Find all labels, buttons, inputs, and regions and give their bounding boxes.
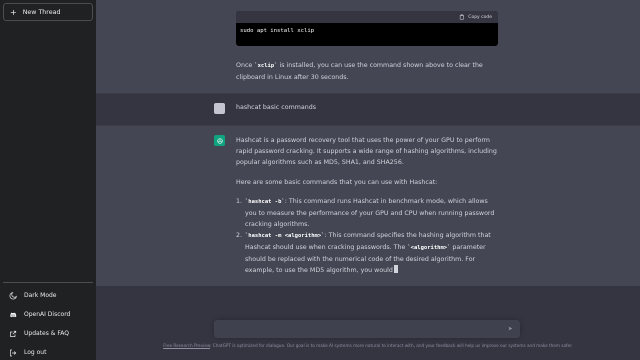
copy-code-label: Copy code — [468, 14, 492, 20]
list-item: 2. `hashcat -m <algorithm>`: This comman… — [236, 230, 498, 276]
openai-logo-icon — [216, 137, 223, 144]
inline-code: `<algorithm>` — [407, 245, 451, 251]
log-out-label: Log out — [24, 349, 47, 356]
footer-text: : ChatGPT is optimized for dialogue. Our… — [210, 343, 573, 348]
assistant-message-previous: Copy code sudo apt install xclip Once `x… — [96, 0, 640, 94]
openai-discord-link[interactable]: OpenAI Discord — [3, 305, 93, 324]
chat-main: Copy code sudo apt install xclip Once `x… — [96, 0, 640, 360]
plus-icon: + — [10, 7, 17, 17]
discord-icon — [7, 311, 19, 319]
inline-code: `xclip` — [254, 63, 278, 69]
previous-message-text: Once `xclip` is installed, you can use t… — [236, 60, 498, 83]
response-intro: Hashcat is a password recovery tool that… — [236, 137, 497, 166]
code-block: Copy code sudo apt install xclip — [236, 11, 498, 46]
user-message: hashcat basic commands — [96, 94, 640, 126]
sidebar-bottom-menu: Dark Mode OpenAI Discord Updates & FAQ L… — [3, 286, 93, 360]
code-block-header: Copy code — [236, 11, 498, 23]
dark-mode-button[interactable]: Dark Mode — [3, 286, 93, 305]
new-thread-label: New Thread — [22, 8, 61, 16]
send-icon[interactable] — [508, 326, 513, 331]
moon-icon — [7, 291, 19, 300]
updates-faq-link[interactable]: Updates & FAQ — [3, 324, 93, 343]
openai-discord-label: OpenAI Discord — [24, 311, 71, 318]
text-span: Once — [236, 62, 255, 69]
updates-faq-label: Updates & FAQ — [24, 330, 69, 337]
copy-code-button[interactable]: Copy code — [459, 14, 492, 20]
external-link-icon — [7, 330, 19, 338]
typing-cursor — [393, 265, 398, 273]
sidebar-divider — [3, 282, 93, 283]
footer-disclaimer: Free Research Preview: ChatGPT is optimi… — [96, 343, 640, 348]
user-message-text: hashcat basic commands — [236, 104, 316, 111]
list-bullet: 1. — [236, 198, 243, 205]
clipboard-icon — [460, 14, 465, 20]
inline-code: `hashcat -m <algorithm>` — [245, 233, 325, 239]
free-research-preview-link[interactable]: Free Research Preview — [163, 343, 210, 348]
sidebar: + New Thread Dark Mode OpenAI Discord Up… — [0, 0, 96, 360]
log-out-button[interactable]: Log out — [3, 343, 93, 360]
response-list: 1. `hashcat -b`: This command runs Hashc… — [236, 196, 498, 276]
assistant-avatar — [214, 135, 225, 146]
inline-code: `hashcat -b` — [245, 199, 285, 205]
list-item: 1. `hashcat -b`: This command runs Hashc… — [236, 196, 498, 230]
user-avatar — [214, 103, 225, 114]
logout-icon — [7, 349, 19, 357]
response-lead: Here are some basic commands that you ca… — [236, 179, 438, 186]
dark-mode-label: Dark Mode — [24, 292, 57, 299]
new-thread-button[interactable]: + New Thread — [3, 3, 93, 21]
list-bullet: 2. — [236, 232, 243, 239]
code-content: sudo apt install xclip — [240, 28, 315, 34]
message-input[interactable] — [214, 320, 520, 338]
